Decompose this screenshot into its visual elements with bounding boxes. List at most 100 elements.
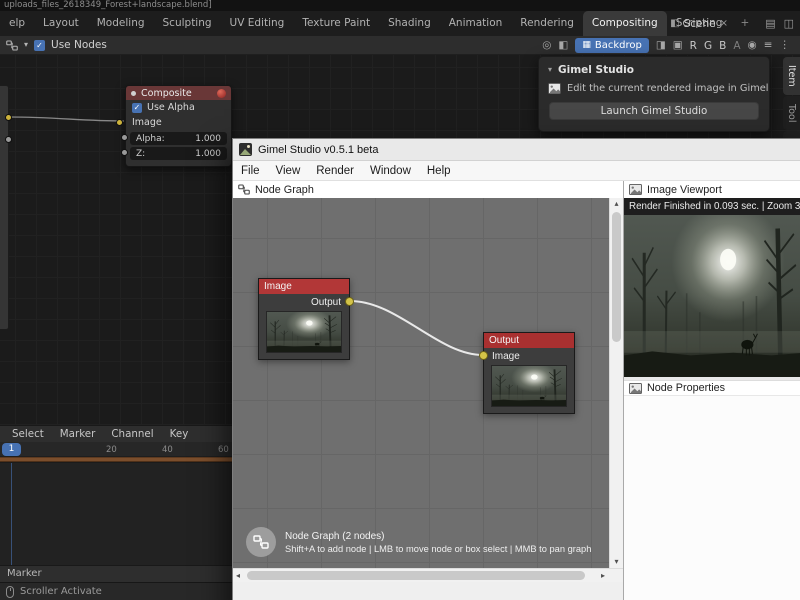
image-input-label: Image (132, 117, 162, 128)
node-graph-pane: Node Graph Image Output (233, 181, 624, 600)
pivot-icon[interactable]: ◉ (748, 40, 757, 51)
workspace-tab-compositing[interactable]: Compositing (583, 11, 667, 36)
output-node-header[interactable]: Output (484, 333, 574, 348)
overlay-icon[interactable]: ◨ (656, 40, 666, 51)
node-properties-pane-tab[interactable]: Node Properties (624, 380, 800, 396)
rendered-image (624, 215, 800, 377)
menu-window[interactable]: Window (362, 165, 419, 177)
screen-icon[interactable]: ◫ (784, 18, 794, 29)
vertical-scrollbar[interactable]: ▴ ▾ (609, 198, 623, 568)
channel-a-button[interactable]: A (733, 40, 740, 52)
menu-view[interactable]: View (268, 165, 309, 177)
image-viewport-pane-tab[interactable]: Image Viewport (624, 181, 800, 198)
output-node-input-row: Image (484, 348, 574, 364)
menu-file[interactable]: File (233, 165, 268, 177)
panel-collapse-icon[interactable]: ▾ (548, 66, 552, 74)
vertical-scroll-thumb[interactable] (612, 212, 621, 342)
scroll-down-icon[interactable]: ▾ (610, 558, 623, 566)
workspace-tab-sculpting[interactable]: Sculpting (154, 11, 221, 36)
gimel-panel-header[interactable]: ▾ Gimel Studio (539, 61, 769, 79)
view-layer-icon[interactable]: ▤ (765, 18, 775, 29)
node-graph-canvas[interactable]: Image Output Output (233, 198, 609, 568)
screen: uploads_files_2618349_Forest+landscape.b… (0, 0, 800, 600)
workspace-tab-layout[interactable]: Layout (34, 11, 88, 36)
scene-close-icon[interactable]: × (720, 19, 728, 29)
partial-node-output-socket[interactable] (5, 114, 12, 121)
horizontal-scrollbar[interactable]: ◂ ▸ (233, 568, 623, 582)
node-collapse-dot-icon[interactable] (131, 91, 136, 96)
sidebar-tab-item[interactable]: Item (783, 57, 800, 95)
z-input-socket[interactable] (121, 149, 128, 156)
scroll-up-icon[interactable]: ▴ (610, 200, 623, 208)
image-viewport-icon (629, 184, 642, 195)
gimel-panel-description-row: Edit the current rendered image in Gimel… (539, 79, 769, 94)
output-node[interactable]: Output Image (483, 332, 575, 414)
image-node-header[interactable]: Image (259, 279, 349, 294)
node-graph-pane-tab[interactable]: Node Graph (233, 181, 623, 198)
current-frame-indicator[interactable]: 1 (2, 443, 21, 456)
menu-help-partial[interactable]: elp (0, 11, 34, 36)
use-nodes-checkbox[interactable]: ✓ (34, 40, 45, 51)
scroll-right-icon[interactable]: ▸ (601, 572, 605, 580)
workspace-tab-texture-paint[interactable]: Texture Paint (293, 11, 379, 36)
composite-node[interactable]: Composite ✓ Use Alpha Image Alpha: 1.000… (125, 85, 232, 167)
z-label: Z: (136, 149, 145, 159)
alpha-input-socket[interactable] (121, 134, 128, 141)
image-icon (548, 83, 561, 94)
menu-key[interactable]: Key (162, 428, 197, 440)
backdrop-toggle-button[interactable]: ▦ Backdrop (575, 38, 649, 53)
composite-node-header[interactable]: Composite (126, 86, 231, 100)
backdrop-icon: ▦ (582, 41, 591, 50)
horizontal-scroll-thumb[interactable] (247, 571, 585, 580)
statusbar-hint: Scroller Activate (20, 586, 102, 597)
editor-type-icon[interactable] (6, 40, 18, 51)
workspace-tab-animation[interactable]: Animation (440, 11, 512, 36)
header-dots-icon[interactable]: ⋮ (780, 40, 791, 51)
sidebar-tab-tool[interactable]: Tool (783, 96, 800, 130)
gimel-titlebar[interactable]: Gimel Studio v0.5.1 beta (233, 139, 800, 161)
workspace-tab-modeling[interactable]: Modeling (88, 11, 154, 36)
gizmo-icon[interactable]: ▣ (673, 40, 683, 51)
gimel-menubar: File View Render Window Help (233, 161, 800, 181)
scroll-left-icon[interactable]: ◂ (236, 572, 240, 580)
z-value-field[interactable]: Z: 1.000 (130, 147, 227, 160)
partial-node-output-socket-2[interactable] (5, 136, 12, 143)
image-input-row: Image (126, 115, 231, 130)
image-input-socket[interactable] (116, 119, 123, 126)
scene-selector[interactable]: ◧ Scene × (670, 11, 728, 36)
use-alpha-checkbox[interactable]: ✓ (132, 103, 142, 113)
image-node-output-socket[interactable] (345, 297, 354, 306)
image-viewport-tab-label: Image Viewport (647, 184, 722, 196)
header-menu-icon[interactable]: ≡ (764, 40, 773, 51)
workspace-tab-uv-editing[interactable]: UV Editing (221, 11, 294, 36)
frame-tick-40: 40 (162, 445, 173, 455)
playhead-line[interactable] (11, 463, 12, 565)
channel-r-button[interactable]: R (690, 40, 697, 52)
snap-icon[interactable]: ◧ (558, 40, 568, 51)
launch-gimel-studio-button[interactable]: Launch Gimel Studio (549, 102, 759, 120)
gimel-studio-window: Gimel Studio v0.5.1 beta File View Rende… (232, 138, 800, 600)
workspace-tab-shading[interactable]: Shading (379, 11, 440, 36)
menu-help[interactable]: Help (419, 165, 459, 177)
menu-render[interactable]: Render (308, 165, 362, 177)
node-properties-empty-area (624, 396, 800, 600)
node-graph-badge-icon (246, 527, 276, 557)
menu-channel[interactable]: Channel (103, 428, 161, 440)
use-alpha-row: ✓ Use Alpha (126, 100, 231, 115)
node-graph-glyph-icon (253, 535, 269, 549)
alpha-value-field[interactable]: Alpha: 1.000 (130, 132, 227, 145)
editor-type-dropdown-icon[interactable]: ▾ (24, 41, 28, 49)
node-graph-tab-label: Node Graph (255, 184, 314, 196)
channel-b-button[interactable]: B (719, 40, 726, 52)
workspace-tab-rendering[interactable]: Rendering (511, 11, 583, 36)
node-graph-overlay-hint: Shift+A to add node | LMB to move node o… (285, 544, 591, 554)
image-node[interactable]: Image Output (258, 278, 350, 360)
proportional-edit-icon[interactable]: ◎ (542, 40, 551, 51)
menu-marker[interactable]: Marker (52, 428, 104, 440)
menu-select[interactable]: Select (4, 428, 52, 440)
partial-node[interactable] (0, 85, 9, 330)
add-workspace-button[interactable]: + (731, 11, 758, 36)
channel-g-button[interactable]: G (704, 40, 712, 52)
output-node-input-socket[interactable] (479, 351, 488, 360)
image-node-thumbnail (266, 311, 342, 353)
